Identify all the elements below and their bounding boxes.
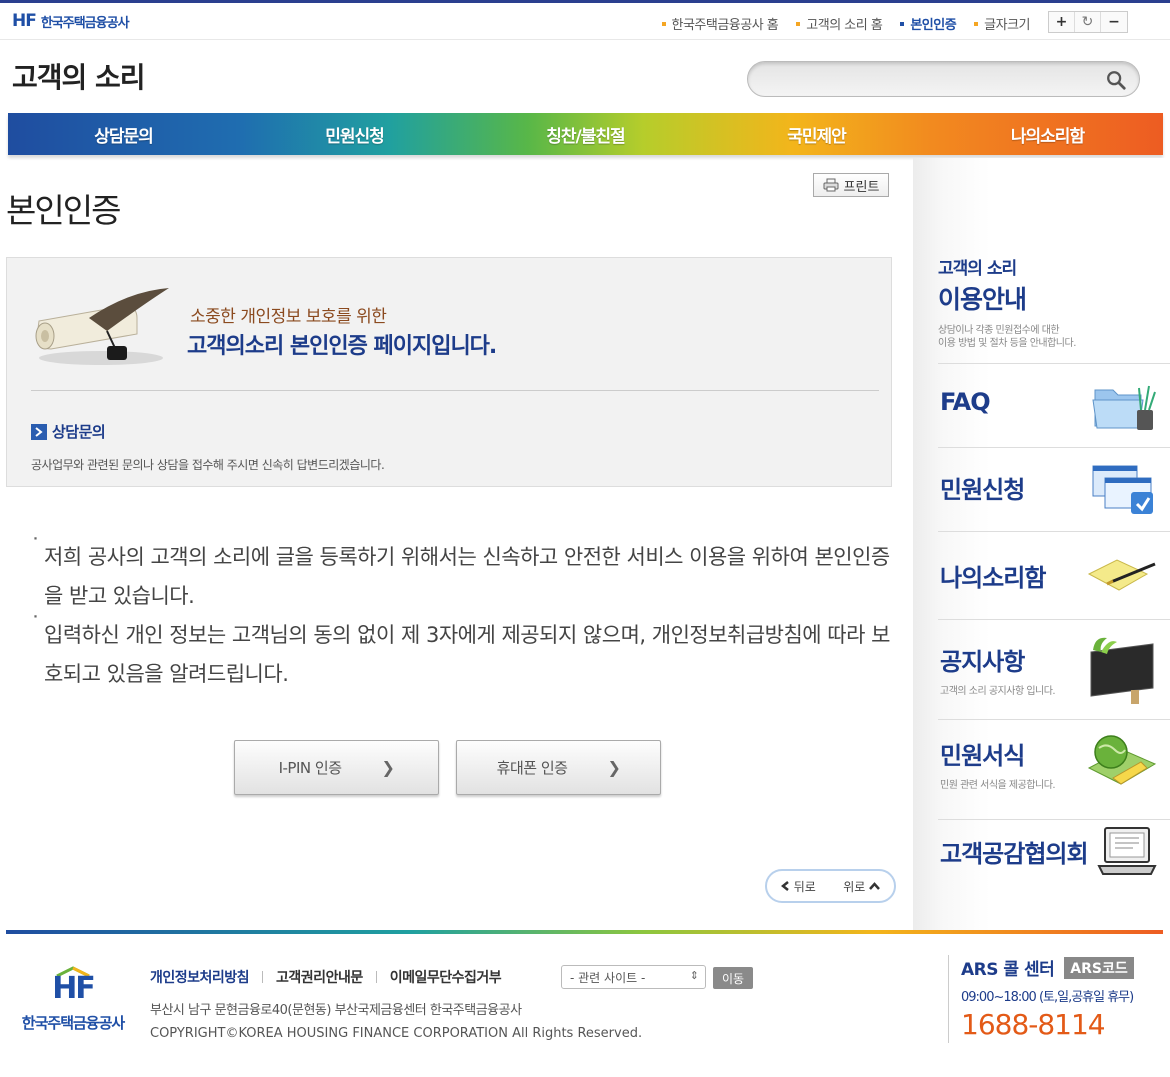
hf-logo[interactable]: HF 한국주택금융공사 xyxy=(12,11,130,31)
footer-link-separator xyxy=(262,971,264,983)
go-button[interactable]: 이동 xyxy=(713,967,753,989)
side-menu-council[interactable]: 고객공감협의회 xyxy=(938,819,1170,907)
main-nav-proposal[interactable]: 국민제안 xyxy=(701,113,932,155)
top-label: 위로 xyxy=(843,879,866,894)
hf-logo-name: 한국주택금융공사 xyxy=(40,15,130,31)
usage-guide-title: 이용안내 xyxy=(938,285,1027,314)
main-nav-complaint[interactable]: 민원신청 xyxy=(239,113,470,155)
side-menu-complaint[interactable]: 민원신청 xyxy=(938,447,1170,531)
utility-link-voc-home[interactable]: 고객의 소리 홈 xyxy=(796,14,883,33)
hf-logo-mark: HF xyxy=(12,11,37,31)
usage-guide-kicker: 고객의 소리 xyxy=(938,259,1017,279)
side-column: 고객의 소리 이용안내 상담이나 각종 민원접수에 대한 이용 방법 및 절차 … xyxy=(913,158,1170,930)
utility-nav: 한국주택금융공사 홈 고객의 소리 홈 본인인증 글자크기 xyxy=(661,14,1030,33)
back-button[interactable]: 뒤로 xyxy=(780,878,816,895)
usage-guide-desc: 상담이나 각종 민원접수에 대한 이용 방법 및 절차 등을 안내합니다. xyxy=(938,325,1076,349)
font-size-reset-button[interactable]: ↻ xyxy=(1075,12,1101,32)
chalkboard-icon xyxy=(1090,637,1154,704)
folder-icon xyxy=(1092,385,1156,430)
ars-hours: 09:00~18:00 (토,일,공휴일 휴무) xyxy=(961,990,1134,1005)
side-menu-label: 민원서식 xyxy=(940,742,1025,770)
phone-auth-button[interactable]: 휴대폰 인증 ❯ xyxy=(456,740,661,795)
notice-list: 저희 공사의 고객의 소리에 글을 등록하기 위해서는 신속하고 안전한 서비스… xyxy=(30,528,900,694)
notice-item: 입력하신 개인 정보는 고객님의 동의 없이 제 3자에게 제공되지 않으며, … xyxy=(30,606,900,694)
search-input[interactable] xyxy=(764,68,1084,92)
select-arrows-icon: ⇕ xyxy=(689,969,699,982)
footer-logo-name: 한국주택금융공사 xyxy=(21,1014,125,1032)
utility-font-size-label: 글자크기 xyxy=(974,14,1030,33)
printer-icon xyxy=(823,178,839,192)
main-nav-my-voice[interactable]: 나의소리함 xyxy=(932,113,1163,155)
usage-guide-banner[interactable]: 고객의 소리 이용안내 상담이나 각종 민원접수에 대한 이용 방법 및 절차 … xyxy=(938,254,1076,350)
side-menu-label: 공지사항 xyxy=(940,648,1025,676)
phone-auth-label: 휴대폰 인증 xyxy=(496,759,568,777)
side-menu-label: 나의소리함 xyxy=(940,564,1046,592)
info-box: 소중한 개인정보 보호를 위한 고객의소리 본인인증 페이지입니다. 상담문의 … xyxy=(6,257,892,487)
footer-link-privacy-policy[interactable]: 개인정보처리방침 xyxy=(150,967,250,987)
footer-logo: HF 한국주택금융공사 xyxy=(14,966,132,1033)
footer-copyright: COPYRIGHT©KOREA HOUSING FINANCE CORPORAT… xyxy=(150,1026,643,1041)
laptop-icon xyxy=(1097,827,1157,875)
ars-label: ARS 콜 센터 xyxy=(961,960,1055,980)
chevron-right-icon: ❯ xyxy=(607,758,621,777)
footer-address: 부산시 남구 문현금융로40(문현동) 부산국제금융센터 한국주택금융공사 xyxy=(150,1003,522,1018)
ipin-auth-label: I-PIN 인증 xyxy=(278,759,342,777)
info-divider xyxy=(31,390,879,391)
print-label: 프린트 xyxy=(843,179,880,195)
footer-link-separator xyxy=(375,971,377,983)
footer-link-customer-rights[interactable]: 고객권리안내문 xyxy=(276,967,363,987)
notice-item: 저희 공사의 고객의 소리에 글을 등록하기 위해서는 신속하고 안전한 서비스… xyxy=(30,528,900,616)
site-section-title: 고객의 소리 xyxy=(12,61,146,94)
ipin-auth-button[interactable]: I-PIN 인증 ❯ xyxy=(234,740,439,795)
font-size-minus-button[interactable]: − xyxy=(1101,12,1127,32)
side-menu-label: 고객공감협의회 xyxy=(940,840,1089,868)
font-size-plus-button[interactable]: + xyxy=(1049,12,1075,32)
print-button[interactable]: 프린트 xyxy=(813,173,889,197)
chevron-right-icon: ❯ xyxy=(381,758,395,777)
counsel-link[interactable]: 상담문의 xyxy=(31,421,106,442)
side-menu-faq[interactable]: FAQ xyxy=(938,363,1170,447)
back-label: 뒤로 xyxy=(793,879,816,894)
related-sites-value: - 관련 사이트 - xyxy=(570,970,646,985)
top-utility-bar: HF 한국주택금융공사 한국주택금융공사 홈 고객의 소리 홈 본인인증 글자크… xyxy=(0,0,1170,40)
side-menu-sub: 민원 관련 서식을 제공합니다. xyxy=(940,780,1056,791)
info-subtitle: 소중한 개인정보 보호를 위한 xyxy=(190,307,387,327)
ars-phone-number: 1688-8114 xyxy=(961,1008,1106,1041)
side-menu-sub: 고객의 소리 공지사항 입니다. xyxy=(940,686,1056,697)
side-menu-my-voice[interactable]: 나의소리함 xyxy=(938,531,1170,619)
arrow-right-icon xyxy=(31,423,47,440)
main-nav-praise[interactable]: 칭찬/불친절 xyxy=(470,113,701,155)
ars-call-center: ARS 콜 센터 ARS코드 09:00~18:00 (토,일,공휴일 휴무) … xyxy=(948,955,1134,1043)
memo-pen-icon xyxy=(1087,559,1156,591)
chevron-up-icon xyxy=(869,881,881,890)
utility-link-hf-home[interactable]: 한국주택금융공사 홈 xyxy=(661,14,779,33)
counsel-description: 공사업무와 관련된 문의나 상담을 접수해 주시면 신속히 답변드리겠습니다. xyxy=(31,458,385,472)
ars-code-badge[interactable]: ARS코드 xyxy=(1064,956,1134,979)
page-title: 본인인증 xyxy=(6,191,121,230)
windows-icon xyxy=(1092,465,1153,514)
utility-link-identity-verification[interactable]: 본인인증 xyxy=(900,14,957,33)
side-menu-label: 민원신청 xyxy=(940,476,1025,504)
page-nav-pill: 뒤로 위로 xyxy=(765,869,896,903)
search-box xyxy=(747,61,1140,97)
footer-logo-mark: HF xyxy=(52,971,96,1006)
side-menu-forms[interactable]: 민원서식 민원 관련 서식을 제공합니다. xyxy=(938,719,1170,819)
font-size-controls: + ↻ − xyxy=(1048,11,1128,33)
globe-document-icon xyxy=(1087,735,1157,785)
chevron-left-icon xyxy=(780,881,789,891)
info-title: 고객의소리 본인인증 페이지입니다. xyxy=(187,334,497,359)
footer-divider xyxy=(6,930,1163,934)
side-menu-label: FAQ xyxy=(940,388,991,416)
counsel-link-label: 상담문의 xyxy=(52,423,106,441)
footer-link-email-refusal[interactable]: 이메일무단수집거부 xyxy=(390,967,502,987)
main-nav: 상담문의 민원신청 칭찬/불친절 국민제안 나의소리함 xyxy=(8,113,1163,155)
side-menu-notice[interactable]: 공지사항 고객의 소리 공지사항 입니다. xyxy=(938,619,1170,719)
search-icon[interactable] xyxy=(1105,69,1127,91)
related-sites-select[interactable]: - 관련 사이트 - ⇕ xyxy=(561,965,706,989)
top-button[interactable]: 위로 xyxy=(843,878,881,895)
footer-links: 개인정보처리방침 고객권리안내문 이메일무단수집거부 xyxy=(150,967,502,987)
quill-scroll-icon xyxy=(35,288,169,365)
main-nav-counsel[interactable]: 상담문의 xyxy=(8,113,239,155)
